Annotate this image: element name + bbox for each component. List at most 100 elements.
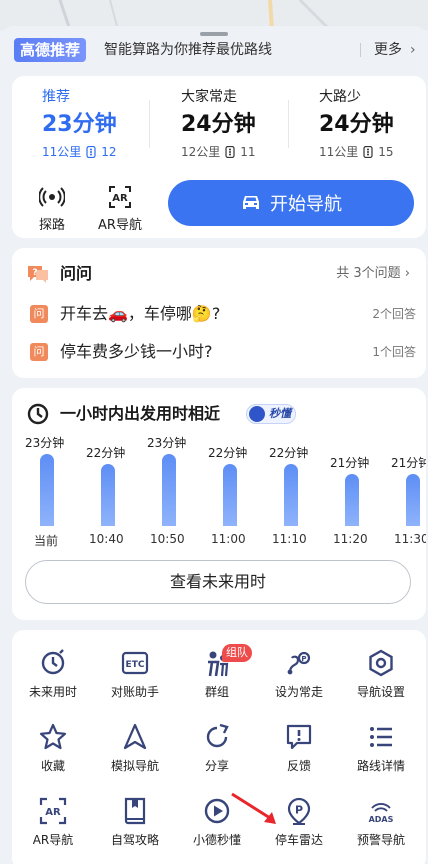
tool-label: 未来用时	[28, 685, 77, 699]
tool-clock-future[interactable]: 未来用时	[12, 636, 94, 700]
answer-count: 1个回答	[372, 345, 416, 359]
route-distance: 11公里	[319, 145, 359, 159]
route-option-main-road[interactable]: 大路少 24分钟 11公里 15	[319, 88, 428, 164]
future-times-button[interactable]: 查看未来用时	[25, 560, 411, 604]
question-icon: 问	[30, 343, 48, 361]
time-bar	[40, 454, 54, 526]
tool-group[interactable]: 组队 群组	[176, 636, 258, 700]
qa-question[interactable]: 问 开车去🚗，车停哪🤔? 2个回答	[26, 302, 418, 328]
time-tick-label: 11:20	[333, 532, 368, 546]
tool-label: 模拟导航	[110, 759, 159, 773]
qa-count-text: 共 3个问题	[336, 266, 401, 281]
ar-icon: AR	[109, 186, 131, 208]
traffic-light-icon	[225, 146, 235, 158]
route-label: 推荐	[42, 89, 70, 105]
route-distance: 11公里	[42, 145, 82, 159]
ar-icon: AR	[38, 796, 68, 826]
times-header: 一小时内出发用时相近 秒懂	[26, 402, 416, 426]
tool-feedback[interactable]: 反馈	[258, 710, 340, 774]
route-time: 24分钟	[181, 112, 256, 137]
start-navigation-label: 开始导航	[270, 194, 342, 215]
svg-text:ADAS: ADAS	[369, 815, 394, 824]
route-lights: 12	[101, 145, 117, 159]
svg-text:AR: AR	[45, 807, 61, 818]
time-bar	[284, 464, 298, 526]
time-tick-label: 11:00	[211, 532, 246, 546]
route-lights: 15	[378, 145, 394, 159]
play-dot-icon	[249, 406, 265, 422]
settings-hex-icon	[366, 648, 396, 678]
time-bar	[162, 454, 176, 526]
tool-list[interactable]: 路线详情	[340, 710, 422, 774]
bar-value-label: 22分钟	[86, 446, 126, 460]
route-separator	[288, 100, 289, 148]
time-tick-label: 当前	[34, 534, 59, 548]
tool-settings-hex[interactable]: 导航设置	[340, 636, 422, 700]
tool-etc[interactable]: ETC 对账助手	[94, 636, 176, 700]
parking-icon: P	[284, 796, 314, 826]
svg-text:?: ?	[32, 268, 37, 278]
tool-adas[interactable]: ADAS 预警导航	[340, 784, 422, 848]
badge-text: 秒懂	[269, 407, 291, 420]
quick-explain-badge[interactable]: 秒懂	[246, 404, 296, 424]
route-lights: 11	[240, 145, 256, 159]
time-bar	[406, 474, 420, 526]
recommend-tag: 高德推荐	[14, 38, 87, 62]
qa-count[interactable]: 共 3个问题 ›	[336, 264, 410, 284]
tool-ar[interactable]: AR AR导航	[12, 784, 94, 848]
qa-card: ? 问问 共 3个问题 › 问 开车去🚗，车停哪🤔? 2个回答 问 停车费多少钱…	[12, 248, 426, 378]
recommend-banner[interactable]: 高德推荐 智能算路为你推荐最优路线 更多 ›	[0, 36, 428, 66]
departure-times-card: 一小时内出发用时相近 秒懂 23分钟 当前 22分钟 10:40 23分钟 10:50 22…	[12, 388, 426, 620]
tool-nav-arrow[interactable]: 模拟导航	[94, 710, 176, 774]
route-pin-icon: P	[284, 648, 314, 678]
tool-label: 路线详情	[356, 759, 405, 773]
tool-label: 预警导航	[356, 833, 405, 847]
tool-share[interactable]: 分享	[176, 710, 258, 774]
question-text: 停车费多少钱一小时?	[60, 342, 213, 361]
qa-question[interactable]: 问 停车费多少钱一小时? 1个回答	[26, 340, 418, 366]
tool-label: 对账助手	[110, 685, 159, 699]
adas-icon: ADAS	[366, 796, 396, 826]
team-badge: 组队	[222, 644, 252, 662]
group-icon: 组队	[202, 644, 252, 678]
probe-button[interactable]: 探路	[18, 184, 86, 234]
ar-nav-button[interactable]: AR AR导航	[86, 184, 154, 234]
route-label: 大家常走	[181, 89, 237, 105]
divider	[360, 43, 361, 57]
route-option-recommended[interactable]: 推荐 23分钟 11公里 12	[42, 88, 172, 164]
qa-bubble-icon: ?	[28, 266, 48, 283]
tool-route-pin[interactable]: P 设为常走	[258, 636, 340, 700]
more-link[interactable]: 更多	[374, 40, 402, 60]
ar-nav-label: AR导航	[98, 218, 142, 233]
share-icon	[202, 722, 232, 752]
traffic-light-icon	[86, 146, 96, 158]
question-icon: 问	[30, 305, 48, 323]
etc-icon: ETC	[120, 648, 150, 678]
route-meta: 12公里 11	[181, 144, 311, 160]
route-time: 24分钟	[319, 112, 394, 137]
time-tick-label: 10:40	[89, 532, 124, 546]
tool-book[interactable]: 自驾攻略	[94, 784, 176, 848]
tool-label: 收藏	[40, 759, 65, 773]
route-options-card: 推荐 23分钟 11公里 12 大家常走 24分钟 12公里 11 大路少 24…	[12, 76, 426, 238]
star-icon	[38, 722, 68, 752]
clock-icon	[27, 403, 49, 425]
chevron-right-icon[interactable]: ›	[410, 40, 416, 60]
question-text: 开车去🚗，车停哪🤔?	[60, 304, 221, 323]
feedback-icon	[284, 722, 314, 752]
tool-label: 导航设置	[356, 685, 405, 699]
tools-grid-card: 未来用时 ETC 对账助手 组队 群组 P 设为常走 导航设置收藏 模拟导航 分享 反馈 路线详情 AR…	[12, 630, 426, 864]
route-option-popular[interactable]: 大家常走 24分钟 12公里 11	[181, 88, 311, 164]
svg-text:ETC: ETC	[126, 660, 145, 670]
qa-header[interactable]: ? 问问 共 3个问题 ›	[26, 262, 416, 286]
times-title: 一小时内出发用时相近	[60, 404, 221, 423]
bar-value-label: 22分钟	[269, 446, 309, 460]
traffic-light-icon	[363, 146, 373, 158]
tool-star[interactable]: 收藏	[12, 710, 94, 774]
start-navigation-button[interactable]: 开始导航	[168, 180, 414, 226]
tool-label: 小德秒懂	[192, 833, 241, 847]
departure-time-chart: 23分钟 当前 22分钟 10:40 23分钟 10:50 22分钟 11:00 22分钟 11:…	[12, 428, 426, 548]
tool-label: 反馈	[286, 759, 311, 773]
chevron-right-icon: ›	[404, 266, 410, 281]
car-icon	[243, 196, 259, 209]
